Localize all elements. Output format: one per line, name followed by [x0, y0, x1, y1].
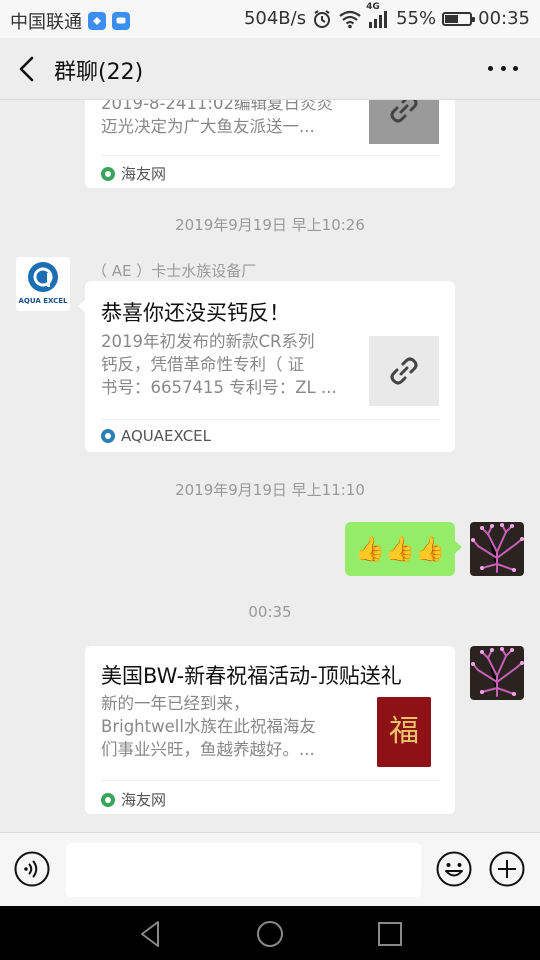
chat-screen: 中国联通 504B/s 4G 55% 00:35 群聊(22) 2019-8-2… — [0, 0, 540, 960]
link-card-haiyou-1[interactable]: 2019-8-2411:02编辑夏日炎炎 迈光决定为广大鱼友派送一... 海友网 — [85, 100, 455, 188]
card-source: AQUAEXCEL — [101, 427, 211, 445]
voice-input-icon[interactable] — [14, 851, 50, 887]
signal-bars-icon — [369, 10, 388, 28]
link-icon — [390, 357, 418, 385]
card-source-name: 海友网 — [121, 791, 167, 809]
coral-photo-icon — [470, 646, 524, 700]
card-description: 新的一年已经到来， Brightwell水族在此祝福海友 们事业兴旺，鱼越养越好… — [101, 694, 316, 759]
fu-thumbnail-image: 福 — [377, 697, 431, 767]
back-triangle-icon[interactable] — [136, 919, 166, 949]
status-bar: 中国联通 504B/s 4G 55% 00:35 — [0, 0, 540, 38]
status-right: 504B/s 4G 55% 00:35 — [243, 2, 530, 30]
card-source-name: 海友网 — [121, 165, 167, 183]
signal-indicator: 4G — [366, 2, 390, 28]
card-divider — [101, 780, 439, 781]
thumbs-up-emojis: 👍👍👍 — [355, 535, 445, 563]
avatar-caption: AQUA EXCEL — [18, 297, 68, 305]
system-navigation-bar — [0, 906, 540, 960]
card-description: 2019年初发布的新款CR系列 钙反，凭借革命性专利（ 证 书号：6657415… — [101, 332, 337, 397]
clock: 00:35 — [478, 8, 530, 29]
card-source-name: AQUAEXCEL — [121, 427, 212, 445]
avatar-aquaexcel[interactable]: AQUA EXCEL — [16, 257, 70, 311]
message-list[interactable]: 2019-8-2411:02编辑夏日炎炎 迈光决定为广大鱼友派送一... 海友网… — [0, 100, 540, 832]
link-card-haiyou-2[interactable]: 美国BW-新春祝福活动-顶贴送礼 新的一年已经到来， Brightwell水族在… — [85, 646, 455, 814]
card-title: 美国BW-新春祝福活动-顶贴送礼 — [101, 664, 402, 688]
card-source: 海友网 — [101, 789, 166, 810]
chat-title: 群聊(22) — [54, 60, 144, 85]
card-source: 海友网 — [101, 163, 166, 184]
haiyou-logo-icon — [101, 166, 115, 181]
link-thumbnail — [369, 100, 439, 144]
link-icon — [390, 100, 418, 123]
status-left: 中国联通 — [10, 8, 130, 34]
input-bar — [0, 832, 540, 906]
card-divider — [101, 419, 439, 420]
haiyou-logo-icon — [101, 792, 115, 807]
plus-icon[interactable] — [489, 851, 525, 887]
message-input[interactable] — [66, 843, 421, 897]
battery-fill — [445, 14, 459, 23]
link-thumbnail: 福 — [377, 697, 431, 767]
wifi-icon — [339, 10, 361, 28]
sent-message-bubble[interactable]: 👍👍👍 — [345, 522, 462, 576]
app-notification-icon — [88, 12, 106, 30]
back-arrow-icon[interactable] — [14, 54, 42, 84]
link-card-aquaexcel[interactable]: 恭喜你还没买钙反！ 2019年初发布的新款CR系列 钙反，凭借革命性专利（ 证 … — [78, 281, 455, 452]
timestamp: 2019年9月19日 早上10:26 — [175, 216, 365, 234]
my-avatar[interactable] — [470, 522, 524, 576]
aquaexcel-source-icon — [101, 429, 115, 443]
network-speed: 504B/s — [243, 8, 307, 29]
recents-square-icon[interactable] — [375, 919, 405, 949]
chat-header: 群聊(22) — [0, 38, 540, 100]
battery-percent: 55% — [396, 8, 437, 29]
alarm-icon — [314, 9, 331, 28]
timestamp: 00:35 — [248, 603, 292, 621]
timestamp: 2019年9月19日 早上11:10 — [175, 481, 365, 499]
network-type: 4G — [366, 1, 380, 12]
sender-name: （ AE ）卡士水族设备厂 — [92, 262, 257, 280]
home-circle-icon[interactable] — [255, 919, 285, 949]
fu-character: 福 — [389, 714, 419, 749]
card-divider — [101, 155, 439, 156]
emoji-icon[interactable] — [436, 851, 472, 887]
link-thumbnail — [369, 336, 439, 406]
more-options-icon[interactable] — [488, 58, 518, 78]
message-notification-icon — [112, 12, 130, 30]
coral-photo-icon — [470, 522, 524, 576]
battery-icon — [442, 11, 476, 26]
card-title: 恭喜你还没买钙反！ — [101, 301, 290, 325]
carrier-name: 中国联通 — [10, 12, 82, 33]
sender-avatar[interactable] — [470, 646, 524, 700]
card-description: 2019-8-2411:02编辑夏日炎炎 迈光决定为广大鱼友派送一... — [101, 100, 333, 136]
